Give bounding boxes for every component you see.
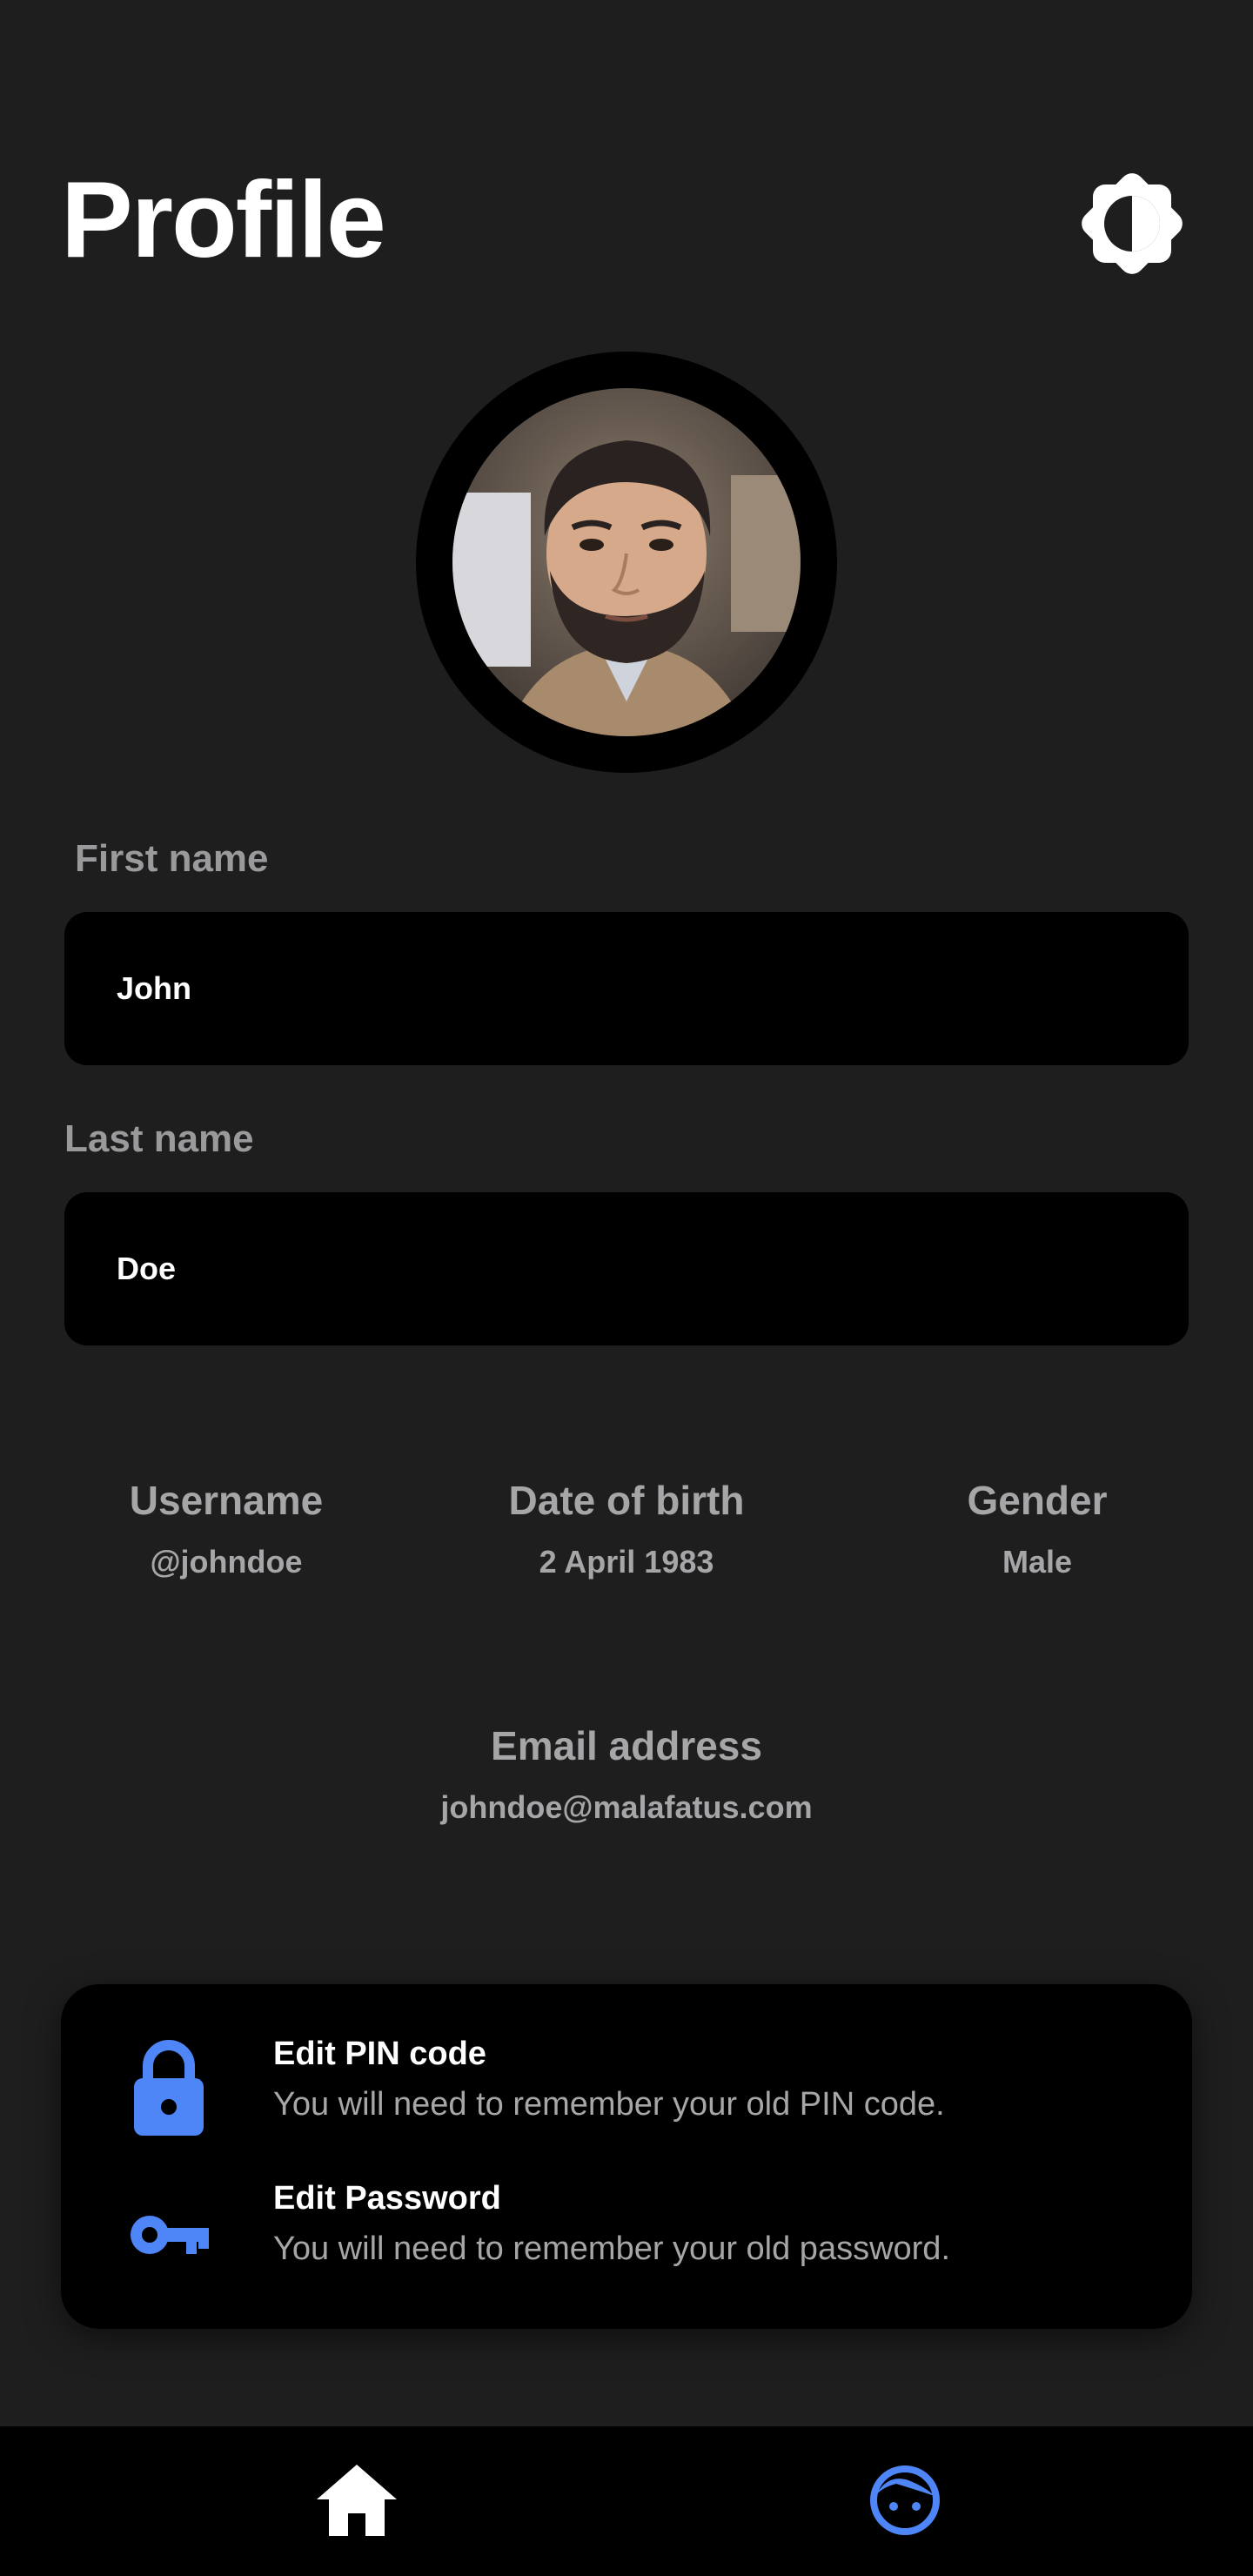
first-name-field[interactable]: John bbox=[64, 912, 1189, 1065]
gender-label: Gender bbox=[967, 1478, 1108, 1523]
email-info: Email address johndoe@malafatus.com bbox=[278, 1720, 975, 1828]
nav-home-button[interactable] bbox=[313, 2461, 400, 2539]
page-title: Profile bbox=[61, 160, 386, 280]
profile-screen: Profile First name John Last name Doe Us… bbox=[0, 0, 1253, 2576]
brightness-contrast-icon bbox=[1082, 173, 1183, 274]
last-name-value: Doe bbox=[117, 1251, 177, 1286]
edit-password-button[interactable]: Edit Password You will need to remember … bbox=[61, 2172, 1192, 2303]
edit-password-title: Edit Password bbox=[273, 2180, 501, 2217]
edit-pin-title: Edit PIN code bbox=[273, 2036, 486, 2072]
last-name-field[interactable]: Doe bbox=[64, 1192, 1189, 1345]
date-of-birth-label: Date of birth bbox=[508, 1478, 745, 1523]
edit-password-description: You will need to remember your old passw… bbox=[273, 2231, 950, 2267]
username-info: Username @johndoe bbox=[52, 1474, 400, 1582]
edit-pin-description: You will need to remember your old PIN c… bbox=[273, 2086, 945, 2123]
bottom-navigation bbox=[0, 2426, 1253, 2576]
first-name-value: John bbox=[117, 970, 191, 1006]
security-settings-card: Edit PIN code You will need to remember … bbox=[61, 1984, 1192, 2329]
date-of-birth-value: 2 April 1983 bbox=[539, 1544, 714, 1580]
profile-photo bbox=[452, 388, 801, 736]
nav-profile-button[interactable] bbox=[861, 2461, 948, 2539]
lock-icon bbox=[134, 2040, 204, 2136]
face-icon bbox=[870, 2465, 940, 2535]
avatar[interactable] bbox=[416, 352, 837, 773]
theme-toggle-button[interactable] bbox=[1075, 167, 1189, 280]
email-value: johndoe@malafatus.com bbox=[440, 1789, 813, 1825]
date-of-birth-info: Date of birth 2 April 1983 bbox=[452, 1474, 801, 1582]
edit-pin-button[interactable]: Edit PIN code You will need to remember … bbox=[61, 2028, 1192, 2158]
last-name-label: Last name bbox=[64, 1117, 254, 1160]
email-label: Email address bbox=[491, 1723, 762, 1768]
gender-value: Male bbox=[1002, 1544, 1073, 1580]
username-value: @johndoe bbox=[150, 1544, 303, 1580]
key-icon bbox=[131, 2216, 209, 2254]
home-icon bbox=[317, 2465, 397, 2536]
gender-info: Gender Male bbox=[863, 1474, 1211, 1582]
username-label: Username bbox=[129, 1478, 324, 1523]
first-name-label: First name bbox=[75, 837, 269, 880]
